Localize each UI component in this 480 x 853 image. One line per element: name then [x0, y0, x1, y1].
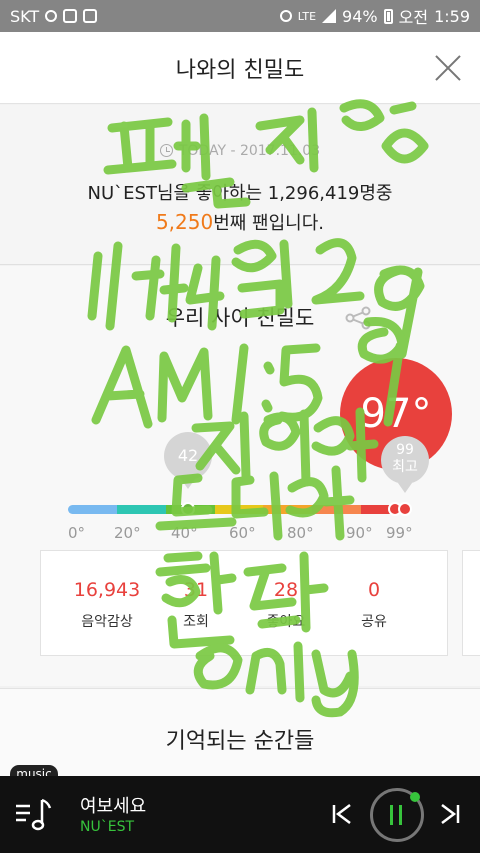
notification-icon [45, 10, 58, 22]
clock-time: 1:59 [434, 6, 470, 26]
today-date: TODAY - 2017.11.03 [178, 143, 321, 159]
today-date-line: TODAY - 2017.11.03 [0, 143, 480, 159]
gauge-segment [116, 505, 166, 514]
gauge-segment [68, 505, 117, 514]
max-score-label: 최고 [392, 459, 418, 475]
gauge-tick: 0° [68, 524, 86, 542]
stat-views: 31 조회 [167, 579, 225, 631]
song-artist[interactable]: NU`EST [80, 819, 134, 835]
stat-value: 31 [183, 579, 209, 601]
playback-progress-dot [410, 792, 420, 802]
time-period: 오전 [398, 8, 429, 27]
gauge-tick: 40° [171, 524, 198, 542]
stat-label: 공유 [361, 614, 387, 630]
stats-card: 16,943 음악감상 31 조회 28 좋아요 0 공유 [40, 550, 448, 656]
fan-rank-number: 5,250 [155, 210, 214, 234]
stat-label: 좋아요 [266, 614, 306, 630]
stat-value: 0 [367, 579, 381, 601]
clock-icon [159, 144, 173, 157]
gauge-segment [263, 505, 313, 514]
battery-percent: 94% [342, 6, 378, 26]
intimacy-panel: 우리 사이 친밀도 97° 42 99 최고 0° 20° 40° 60° 80… [0, 266, 480, 686]
alarm-icon [279, 10, 292, 22]
pause-icon [390, 805, 404, 825]
gallery-icon [83, 9, 98, 23]
next-button[interactable] [438, 802, 462, 826]
stat-likes: 28 좋아요 [257, 579, 315, 631]
network-label: LTE [297, 9, 317, 23]
battery-icon [383, 8, 393, 24]
status-bar: SKT LTE 94% 오전 1:59 [0, 0, 480, 32]
page-title: 나와의 친밀도 [175, 57, 305, 83]
fan-rank-text: 5,250번째 팬입니다. [0, 209, 480, 235]
pause-button[interactable] [370, 788, 424, 842]
fan-rank-panel: TODAY - 2017.11.03 NU`EST님을 좋아하는 1,296,4… [0, 105, 480, 265]
share-icon[interactable] [344, 306, 372, 330]
max-score-value: 99 [396, 442, 414, 458]
memories-title: 기억되는 순간들 [165, 729, 315, 754]
gauge-tick: 60° [229, 524, 256, 542]
fan-rank-suffix: 번째 팬입니다. [213, 213, 325, 234]
close-button[interactable] [434, 54, 462, 82]
stat-label: 음악감상 [81, 614, 133, 630]
gauge-tick: 90° [346, 524, 373, 542]
fan-count-text: NU`EST님을 좋아하는 1,296,419명중 [87, 183, 393, 204]
stat-value: 28 [273, 579, 299, 601]
gauge-ticks: 0° 20° 40° 60° 80° 90° 99° [0, 524, 480, 544]
stat-listen: 16,943 음악감상 [65, 579, 149, 631]
intimacy-gauge [68, 505, 410, 514]
gauge-tick: 80° [287, 524, 314, 542]
next-stats-card[interactable] [462, 550, 480, 656]
previous-button[interactable] [330, 802, 354, 826]
stat-label: 조회 [183, 614, 209, 630]
stat-shares: 0 공유 [345, 579, 403, 631]
playlist-icon[interactable] [14, 796, 54, 836]
song-title[interactable]: 여보세요 [80, 792, 146, 818]
carrier-label: SKT [10, 6, 40, 26]
gauge-tick: 99° [386, 524, 413, 542]
gauge-segment [312, 505, 362, 514]
gauge-end-marker [398, 502, 412, 516]
device-icon [63, 9, 78, 23]
gauge-tick: 20° [114, 524, 141, 542]
stat-value: 16,943 [73, 579, 141, 601]
gauge-current-marker [181, 502, 195, 516]
intimacy-title: 우리 사이 친밀도 [165, 306, 315, 330]
memories-section: 기억되는 순간들 [0, 688, 480, 776]
max-score-bubble: 99 최고 [381, 436, 429, 493]
gauge-segment [214, 505, 264, 514]
mini-player: 여보세요 NU`EST [0, 776, 480, 853]
current-score-bubble: 42 [164, 432, 212, 489]
signal-icon [322, 9, 337, 23]
page-header: 나와의 친밀도 [0, 32, 480, 104]
